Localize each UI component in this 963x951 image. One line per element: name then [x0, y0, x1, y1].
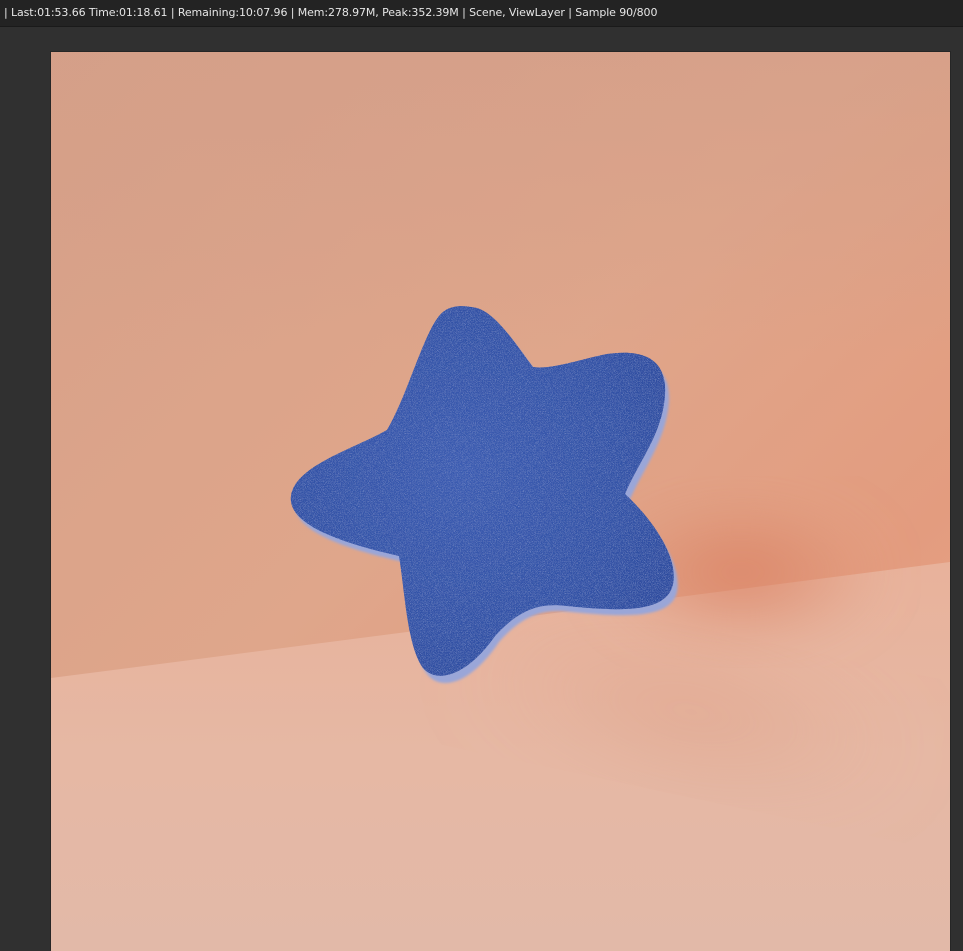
render-status-bar: | Last:01:53.66 Time:01:18.61 | Remainin…	[0, 0, 963, 27]
render-result-image[interactable]	[51, 52, 950, 951]
render-window: | Last:01:53.66 Time:01:18.61 | Remainin…	[0, 0, 963, 951]
image-editor-viewport[interactable]	[0, 27, 963, 951]
render-status-text: | Last:01:53.66 Time:01:18.61 | Remainin…	[4, 6, 658, 19]
render-canvas	[51, 52, 950, 951]
